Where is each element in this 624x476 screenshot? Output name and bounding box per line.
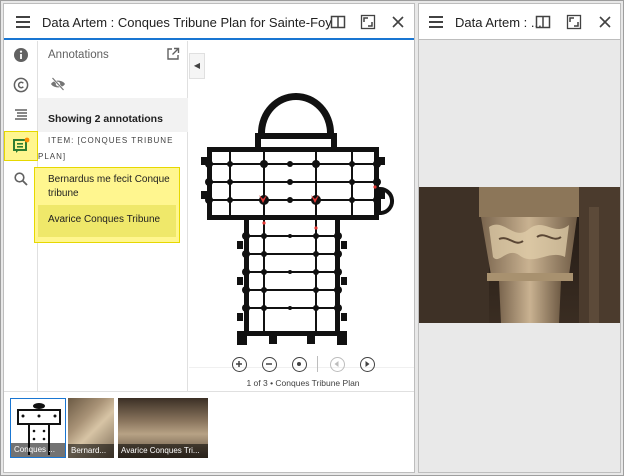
split-view-icon[interactable] <box>330 14 346 30</box>
workspace: Data Artem : Conques Tribune Plan for Sa… <box>0 0 624 476</box>
canvas-caption: 1 of 3 • Conques Tribune Plan <box>246 378 360 388</box>
window-title: Data Artem : Conques Tribune Plan for Sa… <box>42 15 332 30</box>
copyright-icon[interactable] <box>11 75 31 95</box>
close-icon[interactable] <box>390 14 406 30</box>
split-view-icon[interactable] <box>535 14 551 30</box>
annotation-item[interactable]: Bernardus me fecit Conque tribune <box>48 173 174 201</box>
search-icon[interactable] <box>11 169 31 189</box>
item-label-line2: PLAN] <box>38 152 67 161</box>
right-window-topbar: Data Artem : ... <box>419 4 620 40</box>
list-icon[interactable] <box>11 105 31 125</box>
info-icon[interactable] <box>11 45 31 65</box>
close-icon[interactable] <box>597 14 613 30</box>
thumbnail-label: Conques ... <box>11 443 65 457</box>
menu-icon[interactable] <box>429 16 443 28</box>
image-viewer[interactable]: ◀ 1 of 3 • Conques Tribune Plan <box>189 41 414 391</box>
church-floor-plan-image <box>201 93 394 345</box>
zoom-out-icon[interactable] <box>262 357 277 372</box>
left-window: Data Artem : Conques Tribune Plan for Sa… <box>3 3 415 473</box>
divider <box>317 356 318 372</box>
thumbnail-label: Avarice Conques Tri... <box>118 444 208 458</box>
item-label-line1: ITEM: [CONQUES TRIBUNE <box>48 136 174 145</box>
zoom-in-icon[interactable] <box>232 357 247 372</box>
item-label: ITEM: [CONQUES TRIBUNE PLAN] <box>38 133 188 161</box>
thumbnail-label: Bernard... <box>68 444 114 458</box>
panel-heading: Annotations <box>48 49 109 61</box>
fullscreen-icon[interactable] <box>360 14 376 30</box>
annotations-count: Showing 2 annotations <box>48 113 163 125</box>
right-window: Data Artem : ... <box>418 3 621 473</box>
annotations-icon[interactable] <box>11 136 31 156</box>
thumbnail[interactable]: Bernard... <box>68 398 114 458</box>
next-canvas-icon[interactable] <box>360 357 375 372</box>
reset-zoom-icon[interactable] <box>292 357 307 372</box>
fullscreen-icon[interactable] <box>566 14 582 30</box>
window-title: Data Artem : ... <box>455 15 542 30</box>
annotations-panel: Annotations Showing 2 annotations ITEM: … <box>34 41 188 391</box>
menu-icon[interactable] <box>16 16 30 28</box>
thumbnail[interactable]: Avarice Conques Tri... <box>118 398 208 458</box>
visibility-off-icon[interactable] <box>50 77 66 91</box>
left-window-topbar: Data Artem : Conques Tribune Plan for Sa… <box>4 4 414 40</box>
capital-sculpture-photo[interactable] <box>419 187 620 323</box>
viewer-controls <box>189 353 414 377</box>
companion-rail <box>4 41 38 391</box>
open-external-icon[interactable] <box>166 47 180 61</box>
annotation-item[interactable]: Avarice Conques Tribune <box>48 214 160 225</box>
thumbnail-strip: Conques ... Bernard... Avarice Conques T… <box>4 391 414 472</box>
previous-canvas-icon[interactable] <box>330 357 345 372</box>
thumbnail[interactable]: Conques ... <box>10 398 66 458</box>
collapse-panel-button[interactable]: ◀ <box>189 53 205 79</box>
